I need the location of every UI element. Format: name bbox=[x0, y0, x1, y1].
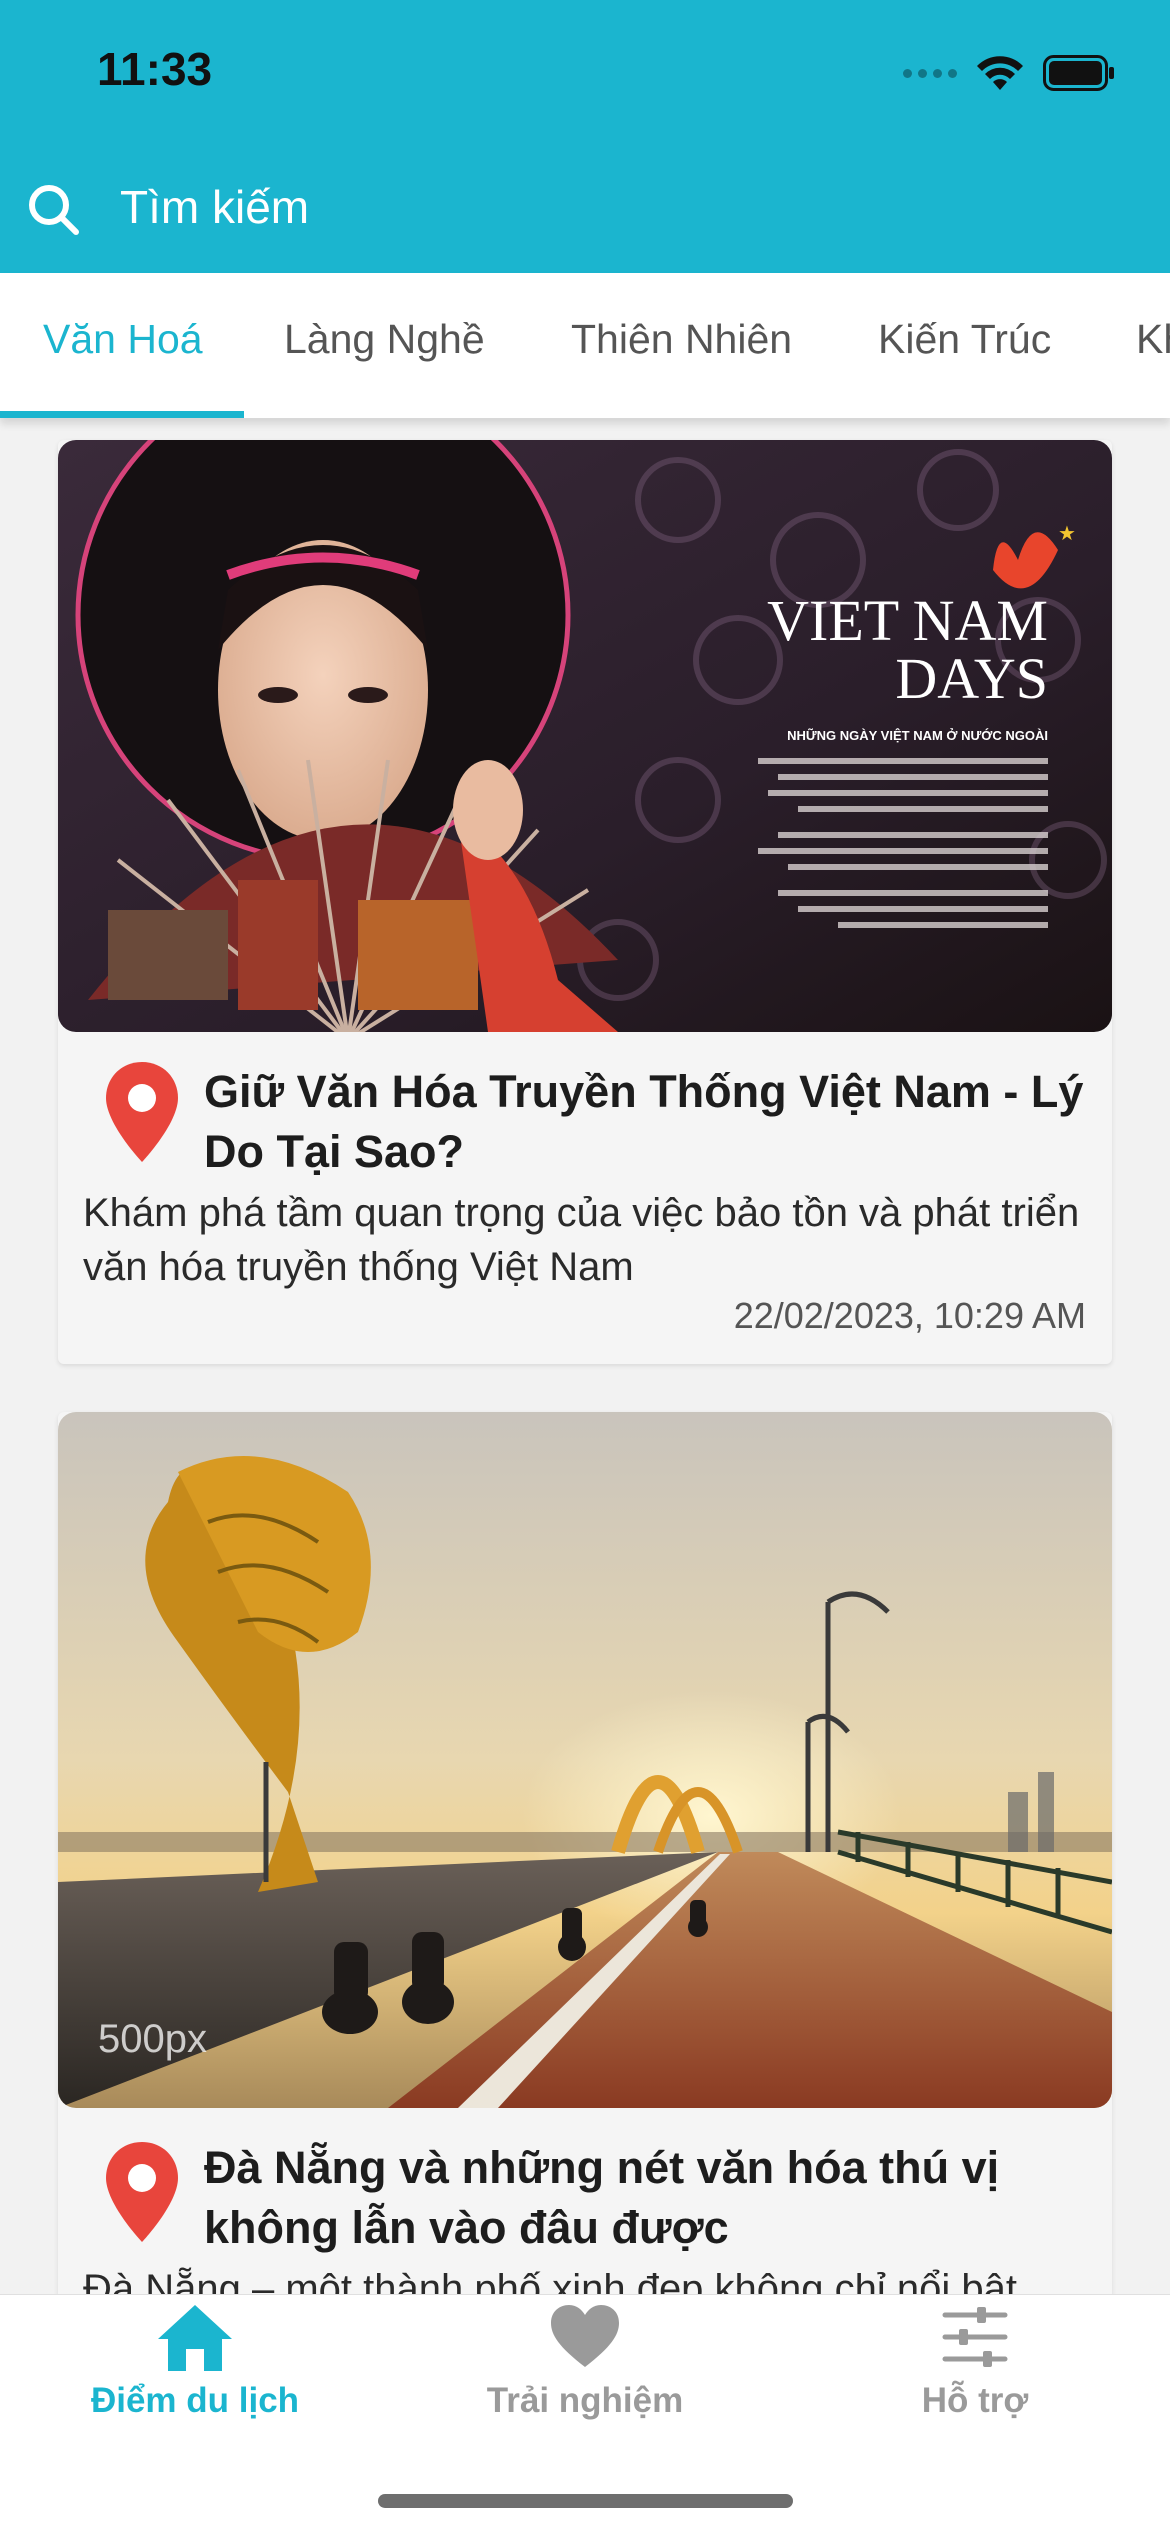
search-icon[interactable] bbox=[24, 180, 84, 240]
article-image[interactable]: 500px bbox=[58, 1412, 1112, 2108]
wifi-icon bbox=[977, 56, 1023, 90]
nav-label: Trải nghiệm bbox=[486, 2381, 684, 2420]
nav-trai-nghiem[interactable]: Trải nghiệm bbox=[390, 2301, 780, 2451]
article-title[interactable]: Giữ Văn Hóa Truyền Thống Việt Nam - Lý D… bbox=[204, 1062, 1084, 1182]
svg-text:DAYS: DAYS bbox=[895, 646, 1048, 711]
tab-lang-nghe[interactable]: Làng Nghề bbox=[284, 316, 485, 363]
svg-text:VIET NAM: VIET NAM bbox=[767, 588, 1048, 653]
article-title[interactable]: Đà Nẵng và những nét văn hóa thú vị khôn… bbox=[204, 2138, 1084, 2258]
svg-text:★: ★ bbox=[1058, 523, 1076, 545]
search-bar bbox=[0, 170, 1170, 242]
home-icon bbox=[158, 2305, 232, 2371]
tab-kien-truc[interactable]: Kiến Trúc bbox=[878, 316, 1051, 363]
article-card[interactable]: 500px Đà Nẵng và những nét văn hóa thú v… bbox=[58, 1412, 1112, 2312]
article-card[interactable]: ★ VIET NAM DAYS NHỮNG NGÀY VIỆT NAM Ở NƯ… bbox=[58, 440, 1112, 1364]
viet-nam-days-image: ★ VIET NAM DAYS NHỮNG NGÀY VIỆT NAM Ở NƯ… bbox=[58, 440, 1112, 1032]
app-header: 11:33 bbox=[0, 0, 1170, 273]
battery-icon bbox=[1043, 55, 1114, 91]
tab-more[interactable]: Kh bbox=[1136, 316, 1170, 363]
article-description: Khám phá tầm quan trọng của việc bảo tồn… bbox=[83, 1191, 1080, 1289]
article-date: 22/02/2023, 10:29 AM bbox=[733, 1295, 1086, 1336]
tab-thien-nhien[interactable]: Thiên Nhiên bbox=[571, 316, 792, 363]
search-input[interactable] bbox=[120, 178, 1020, 236]
home-indicator[interactable] bbox=[378, 2494, 793, 2508]
active-tab-indicator bbox=[0, 411, 244, 418]
heart-icon bbox=[551, 2305, 619, 2367]
da-nang-dragon-bridge-image: 500px bbox=[58, 1412, 1112, 2108]
tab-van-hoa[interactable]: Văn Hoá bbox=[43, 316, 203, 363]
nav-diem-du-lich[interactable]: Điểm du lịch bbox=[0, 2301, 390, 2451]
svg-text:500px: 500px bbox=[98, 2017, 207, 2061]
cellular-signal-icon bbox=[903, 68, 957, 78]
category-tabs: Văn Hoá Làng Nghề Thiên Nhiên Kiến Trúc … bbox=[0, 273, 1170, 418]
location-pin-icon bbox=[106, 2142, 178, 2242]
nav-label: Hỗ trợ bbox=[921, 2381, 1029, 2420]
article-image[interactable]: ★ VIET NAM DAYS NHỮNG NGÀY VIỆT NAM Ở NƯ… bbox=[58, 440, 1112, 1032]
status-time: 11:33 bbox=[97, 43, 213, 95]
svg-text:NHỮNG NGÀY VIỆT NAM Ở NƯỚC NGO: NHỮNG NGÀY VIỆT NAM Ở NƯỚC NGOÀI bbox=[787, 728, 1048, 743]
status-icons bbox=[903, 50, 1115, 96]
nav-label: Điểm du lịch bbox=[90, 2381, 300, 2420]
sliders-icon bbox=[942, 2307, 1008, 2367]
nav-ho-tro[interactable]: Hỗ trợ bbox=[780, 2301, 1170, 2451]
location-pin-icon bbox=[106, 1062, 178, 1162]
